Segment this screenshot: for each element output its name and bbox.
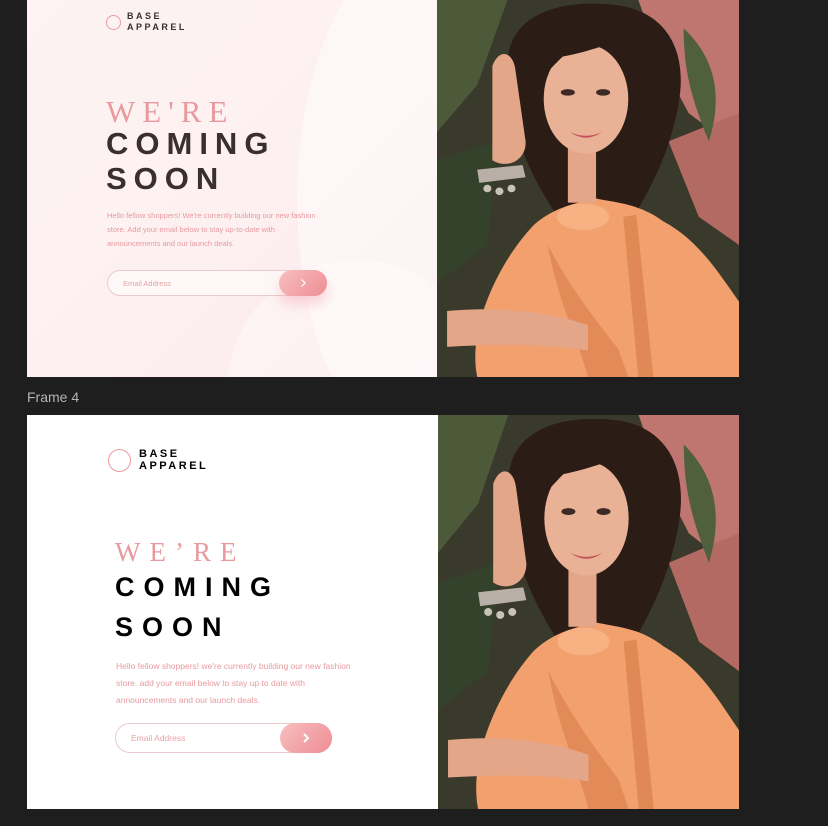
logo-line2: APPAREL	[127, 22, 187, 32]
logo-text: BASE APPAREL	[139, 449, 208, 472]
submit-button[interactable]	[279, 270, 327, 296]
brand-logo[interactable]: BASE APPAREL	[108, 449, 208, 472]
frame-label[interactable]: Frame 4	[27, 389, 79, 405]
description-text: Hello fellow shoppers! we're currently b…	[116, 661, 351, 705]
chevron-right-icon	[301, 279, 306, 287]
heading-light: WE'RE	[106, 94, 235, 129]
heading-light: WE’RE	[115, 537, 246, 567]
logo-line1: BASE	[127, 11, 163, 21]
frame-bottom: BASE APPAREL WE’RE COMING SOON Hello fel…	[27, 415, 739, 809]
heading-soon: SOON	[106, 161, 226, 196]
logo-circle-icon	[106, 14, 121, 30]
hero-image	[437, 0, 739, 377]
heading-coming: COMING	[106, 126, 276, 161]
heading-coming: COMING	[115, 572, 280, 602]
email-form	[115, 723, 332, 753]
frame-top-left-panel: BASE APPAREL WE'RE COMING SOON Hello fel…	[27, 0, 437, 377]
heading-soon: SOON	[115, 612, 231, 642]
brand-logo[interactable]: BASE APPAREL	[106, 12, 187, 32]
email-form	[107, 270, 327, 296]
logo-circle-icon	[108, 449, 131, 472]
logo-line2: APPAREL	[139, 460, 209, 472]
chevron-right-icon	[303, 733, 310, 743]
logo-text: BASE APPAREL	[127, 12, 187, 32]
hero-image	[438, 415, 739, 809]
submit-button[interactable]	[280, 723, 332, 753]
logo-line1: BASE	[139, 448, 180, 460]
frame-top: BASE APPAREL WE'RE COMING SOON Hello fel…	[27, 0, 739, 377]
description-text: Hello fellow shoppers! We're currently b…	[107, 211, 316, 248]
frame-bottom-left-panel: BASE APPAREL WE’RE COMING SOON Hello fel…	[27, 415, 438, 809]
email-input[interactable]	[123, 271, 273, 295]
email-input[interactable]	[131, 724, 276, 752]
